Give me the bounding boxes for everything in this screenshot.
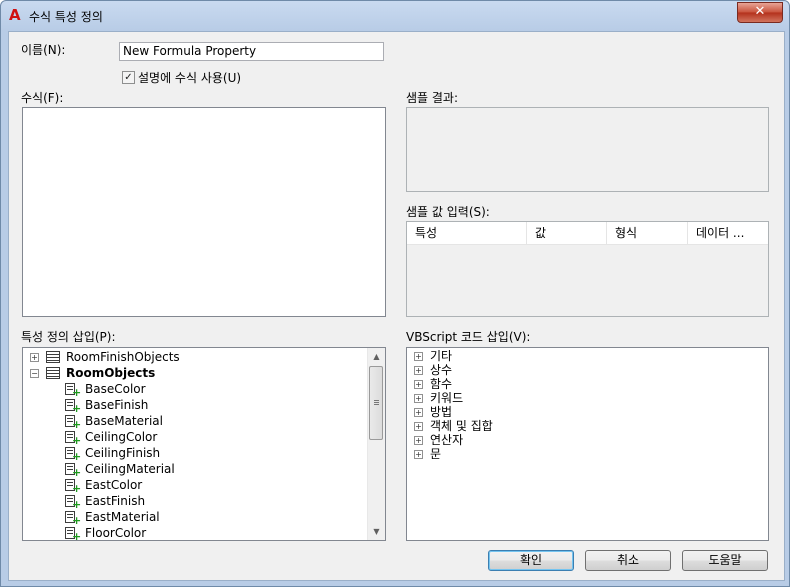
tree-item-label: BaseColor [85, 382, 146, 396]
sample-grid-header: 특성 값 형식 데이터 ... [407, 222, 768, 245]
property-set-icon [46, 367, 60, 379]
tree-item-label: CeilingColor [85, 430, 158, 444]
autocad-app-icon: A [9, 6, 21, 24]
tree-item-label: BaseMaterial [85, 414, 163, 428]
add-icon: + [72, 450, 82, 463]
formula-editor[interactable] [22, 107, 386, 317]
expand-icon[interactable]: + [414, 352, 423, 361]
ok-button[interactable]: 확인 [488, 550, 574, 571]
dialog-window: A 수식 특성 정의 ✕ 이름(N): New Formula Property… [0, 0, 790, 587]
formula-label: 수식(F): [21, 91, 64, 105]
property-tree-scrollbar[interactable]: ▲ ▼ [367, 348, 385, 540]
expand-icon[interactable]: + [414, 408, 423, 417]
expand-icon[interactable]: + [30, 353, 39, 362]
column-header-value[interactable]: 값 [527, 222, 607, 244]
sample-result-label: 샘플 결과: [406, 91, 459, 105]
vbscript-item-label: 상수 [430, 363, 453, 377]
column-header-format[interactable]: 형식 [607, 222, 688, 244]
tree-item-label: EastColor [85, 478, 143, 492]
add-icon: + [72, 482, 82, 495]
tree-item-label: BaseFinish [85, 398, 149, 412]
vbscript-item-label: 방법 [430, 405, 453, 419]
scroll-up-arrow-icon[interactable]: ▲ [368, 348, 385, 365]
sample-result-box [406, 107, 769, 192]
vbscript-tree[interactable]: + 기타 + 상수 + 함수 + 키워드 + 방법 + 객체 및 집합 + 연산… [406, 347, 769, 541]
vbscript-tree-label: VBScript 코드 삽입(V): [406, 330, 531, 344]
vbscript-item-label: 문 [430, 447, 442, 461]
use-in-description-label: 설명에 수식 사용(U) [138, 71, 242, 85]
title-bar[interactable]: A 수식 특성 정의 ✕ [1, 1, 789, 31]
name-label: 이름(N): [21, 43, 66, 57]
sample-input-label: 샘플 값 입력(S): [406, 205, 490, 219]
use-in-description-checkbox[interactable]: ✓ [122, 71, 135, 84]
vbscript-item-label: 키워드 [430, 391, 464, 405]
property-tree-label: 특성 정의 삽입(P): [21, 330, 116, 344]
add-icon: + [72, 498, 82, 511]
collapse-icon[interactable]: − [30, 369, 39, 378]
vbscript-item-label: 객체 및 집합 [430, 419, 493, 433]
tree-item-label: CeilingFinish [85, 446, 161, 460]
expand-icon[interactable]: + [414, 436, 423, 445]
expand-icon[interactable]: + [414, 394, 423, 403]
sample-values-grid[interactable]: 특성 값 형식 데이터 ... [406, 221, 769, 317]
property-set-icon [46, 351, 60, 363]
add-icon: + [72, 514, 82, 527]
window-title: 수식 특성 정의 [29, 10, 103, 24]
add-icon: + [72, 386, 82, 399]
cancel-button[interactable]: 취소 [585, 550, 671, 571]
expand-icon[interactable]: + [414, 366, 423, 375]
vbscript-item-label: 연산자 [430, 433, 464, 447]
column-header-data[interactable]: 데이터 ... [688, 222, 768, 244]
tree-item-label: EastMaterial [85, 510, 160, 524]
property-tree[interactable]: + RoomFinishObjects − RoomObjects + Base… [22, 347, 386, 541]
name-input[interactable]: New Formula Property [119, 42, 384, 61]
scroll-down-arrow-icon[interactable]: ▼ [368, 523, 385, 540]
tree-item-label: CeilingMaterial [85, 462, 175, 476]
add-icon: + [72, 434, 82, 447]
expand-icon[interactable]: + [414, 450, 423, 459]
tree-item-label: FloorColor [85, 526, 147, 540]
dialog-body: 이름(N): New Formula Property ✓ 설명에 수식 사용(… [8, 31, 785, 581]
column-header-property[interactable]: 특성 [407, 222, 527, 244]
tree-group-label: RoomObjects [66, 366, 156, 380]
expand-icon[interactable]: + [414, 422, 423, 431]
vbscript-item-label: 함수 [430, 377, 453, 391]
help-button[interactable]: 도움말 [682, 550, 768, 571]
add-icon: + [72, 466, 82, 479]
tree-group-label: RoomFinishObjects [66, 350, 180, 364]
scrollbar-grip-icon [374, 400, 379, 401]
tree-item-label: EastFinish [85, 494, 146, 508]
add-icon: + [72, 530, 82, 541]
vbscript-item-label: 기타 [430, 349, 453, 363]
scrollbar-thumb[interactable] [369, 366, 383, 440]
add-icon: + [72, 418, 82, 431]
close-button[interactable]: ✕ [737, 2, 783, 23]
add-icon: + [72, 402, 82, 415]
expand-icon[interactable]: + [414, 380, 423, 389]
